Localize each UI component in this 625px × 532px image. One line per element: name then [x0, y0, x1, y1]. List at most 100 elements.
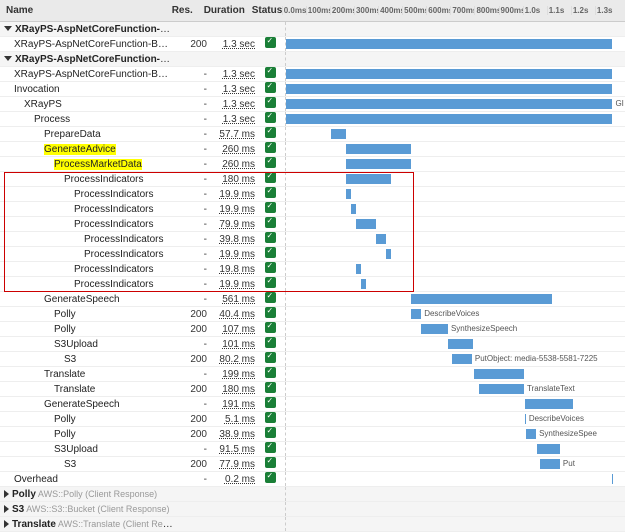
timeline-bar[interactable]: [351, 204, 356, 214]
timeline-bar[interactable]: [346, 144, 411, 154]
segment-row[interactable]: Translate200180 msTranslateText: [0, 382, 625, 397]
group-row[interactable]: S3 AWS::S3::Bucket (Client Response): [0, 502, 625, 517]
col-status[interactable]: Status: [246, 2, 276, 19]
duration-value[interactable]: 1.3 sec: [207, 99, 255, 110]
segment-row[interactable]: PrepareData-57.7 ms: [0, 127, 625, 142]
segment-row[interactable]: GenerateSpeech-191 ms: [0, 397, 625, 412]
duration-value[interactable]: 19.8 ms: [207, 264, 255, 275]
timeline-bar[interactable]: [421, 324, 448, 334]
duration-value[interactable]: 40.4 ms: [207, 309, 255, 320]
segment-row[interactable]: ProcessIndicators-79.9 ms: [0, 217, 625, 232]
group-row[interactable]: XRayPS-AspNetCoreFunction-BMTSEPVPFIZ0 A…: [0, 52, 625, 67]
duration-value[interactable]: 19.9 ms: [207, 204, 255, 215]
caret-right-icon[interactable]: [4, 505, 9, 513]
duration-value[interactable]: 1.3 sec: [207, 69, 255, 80]
timeline-bar[interactable]: [346, 189, 351, 199]
group-row[interactable]: Translate AWS::Translate (Client Respons…: [0, 517, 625, 532]
segment-row[interactable]: Polly20040.4 msDescribeVoices: [0, 307, 625, 322]
timeline-bar[interactable]: [286, 114, 612, 124]
segment-row[interactable]: ProcessIndicators-39.8 ms: [0, 232, 625, 247]
timeline-bar[interactable]: [479, 384, 524, 394]
segment-row[interactable]: Translate-199 ms: [0, 367, 625, 382]
col-res[interactable]: Res.: [166, 2, 198, 19]
timeline-bar[interactable]: [411, 309, 421, 319]
segment-row[interactable]: ProcessIndicators-19.9 ms: [0, 187, 625, 202]
segment-row[interactable]: Polly20038.9 msSynthesizeSpee: [0, 427, 625, 442]
col-name[interactable]: Name: [0, 2, 166, 19]
timeline-bar[interactable]: [452, 354, 472, 364]
duration-value[interactable]: 260 ms: [207, 159, 255, 170]
segment-row[interactable]: GenerateSpeech-561 ms: [0, 292, 625, 307]
timeline-bar[interactable]: [448, 339, 473, 349]
segment-row[interactable]: S3Upload-101 ms: [0, 337, 625, 352]
duration-value[interactable]: 38.9 ms: [207, 429, 255, 440]
segment-row[interactable]: Overhead-0.2 ms: [0, 472, 625, 487]
segment-row[interactable]: ProcessIndicators-19.9 ms: [0, 277, 625, 292]
segment-row[interactable]: ProcessIndicators-19.9 ms: [0, 247, 625, 262]
duration-value[interactable]: 80.2 ms: [207, 354, 255, 365]
timeline-bar[interactable]: [286, 69, 612, 79]
caret-down-icon[interactable]: [4, 26, 12, 31]
group-row[interactable]: Polly AWS::Polly (Client Response): [0, 487, 625, 502]
duration-value[interactable]: 180 ms: [207, 384, 255, 395]
caret-right-icon[interactable]: [4, 520, 9, 528]
duration-value[interactable]: 19.9 ms: [207, 189, 255, 200]
duration-value[interactable]: 77.9 ms: [207, 459, 255, 470]
caret-right-icon[interactable]: [4, 490, 9, 498]
timeline-bar[interactable]: [356, 264, 361, 274]
segment-row[interactable]: XRayPS-AspNetCoreFunction-BMTSEPVPFIZ020…: [0, 37, 625, 52]
duration-value[interactable]: 107 ms: [207, 324, 255, 335]
timeline-bar[interactable]: [331, 129, 345, 139]
duration-value[interactable]: 199 ms: [207, 369, 255, 380]
duration-value[interactable]: 1.3 sec: [207, 114, 255, 125]
timeline-bar[interactable]: [612, 474, 613, 484]
duration-value[interactable]: 5.1 ms: [207, 414, 255, 425]
segment-row[interactable]: GenerateAdvice-260 ms: [0, 142, 625, 157]
segment-row[interactable]: ProcessMarketData-260 ms: [0, 157, 625, 172]
segment-row[interactable]: ProcessIndicators-180 ms: [0, 172, 625, 187]
segment-row[interactable]: Polly2005.1 msDescribeVoices: [0, 412, 625, 427]
timeline-bar[interactable]: [386, 249, 391, 259]
duration-value[interactable]: 19.9 ms: [207, 279, 255, 290]
segment-row[interactable]: ProcessIndicators-19.8 ms: [0, 262, 625, 277]
timeline-bar[interactable]: [525, 414, 526, 424]
duration-value[interactable]: 561 ms: [207, 294, 255, 305]
timeline-bar[interactable]: [525, 399, 573, 409]
timeline-bar[interactable]: [526, 429, 536, 439]
timeline-bar[interactable]: [346, 159, 411, 169]
timeline-bar[interactable]: [540, 459, 560, 469]
col-duration[interactable]: Duration: [198, 2, 246, 19]
timeline-bar[interactable]: [537, 444, 560, 454]
caret-down-icon[interactable]: [4, 56, 12, 61]
timeline-bar[interactable]: [356, 219, 376, 229]
duration-value[interactable]: 260 ms: [207, 144, 255, 155]
timeline-bar[interactable]: [286, 39, 612, 49]
segment-row[interactable]: S320080.2 msPutObject: media-5538-5581-7…: [0, 352, 625, 367]
timeline-bar[interactable]: [346, 174, 391, 184]
duration-value[interactable]: 101 ms: [207, 339, 255, 350]
duration-value[interactable]: 19.9 ms: [207, 249, 255, 260]
segment-row[interactable]: ProcessIndicators-19.9 ms: [0, 202, 625, 217]
timeline-bar[interactable]: [411, 294, 552, 304]
segment-row[interactable]: Invocation-1.3 sec: [0, 82, 625, 97]
segment-row[interactable]: S3Upload-91.5 ms: [0, 442, 625, 457]
duration-value[interactable]: 39.8 ms: [207, 234, 255, 245]
timeline-bar[interactable]: [361, 279, 366, 289]
segment-row[interactable]: Polly200107 msSynthesizeSpeech: [0, 322, 625, 337]
segment-row[interactable]: Process-1.3 sec: [0, 112, 625, 127]
segment-row[interactable]: XRayPS-AspNetCoreFunction-BMTSEPVPFIZ0-1…: [0, 67, 625, 82]
duration-value[interactable]: 180 ms: [207, 174, 255, 185]
timeline-bar[interactable]: [376, 234, 386, 244]
duration-value[interactable]: 1.3 sec: [207, 39, 255, 50]
segment-row[interactable]: XRayPS-1.3 secGI: [0, 97, 625, 112]
group-row[interactable]: XRayPS-AspNetCoreFunction-BMTSEPVPFIZ0 A…: [0, 22, 625, 37]
duration-value[interactable]: 91.5 ms: [207, 444, 255, 455]
duration-value[interactable]: 191 ms: [207, 399, 255, 410]
timeline-bar[interactable]: [474, 369, 524, 379]
duration-value[interactable]: 1.3 sec: [207, 84, 255, 95]
timeline-bar[interactable]: [286, 99, 612, 109]
duration-value[interactable]: 0.2 ms: [207, 474, 255, 485]
duration-value[interactable]: 57.7 ms: [207, 129, 255, 140]
segment-row[interactable]: S320077.9 msPut: [0, 457, 625, 472]
duration-value[interactable]: 79.9 ms: [207, 219, 255, 230]
